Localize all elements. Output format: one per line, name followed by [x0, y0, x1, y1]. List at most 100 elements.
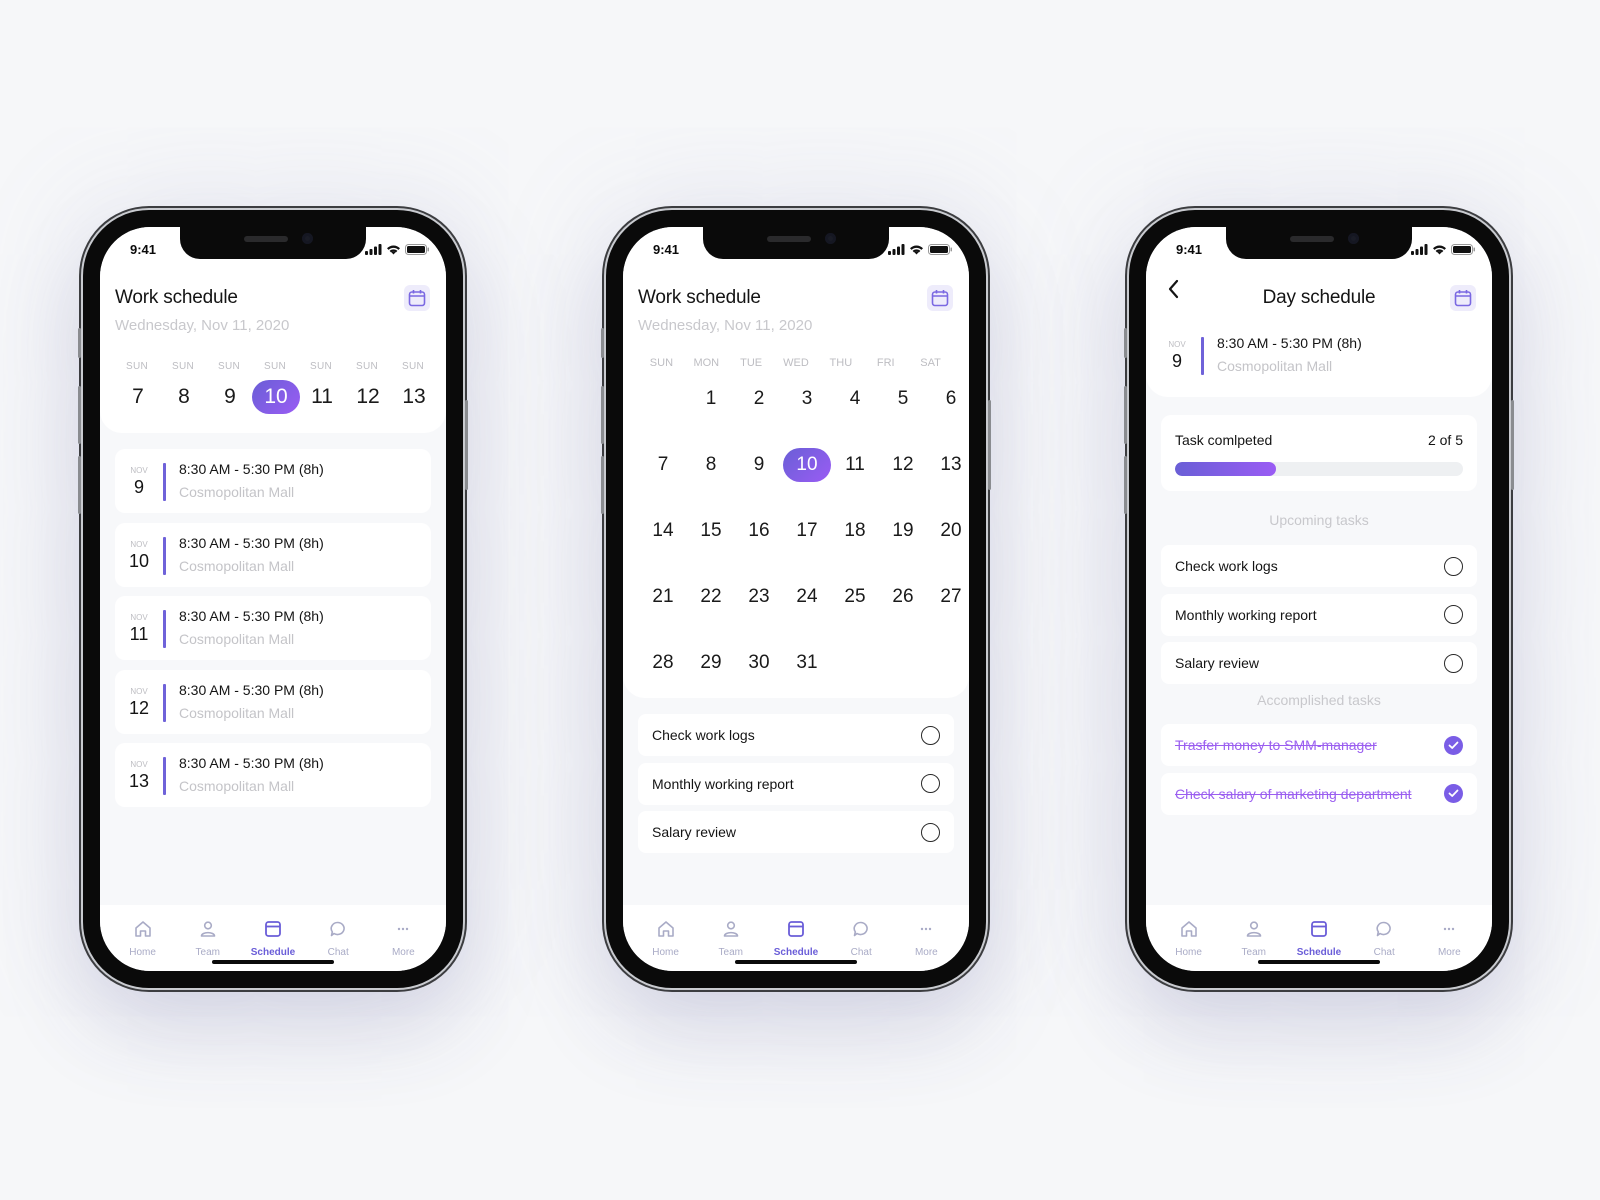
calendar-day: 8	[705, 454, 717, 475]
screen: 9:41 Work schedule Wednesday, Nov 11, 20…	[100, 227, 446, 971]
shift-card[interactable]: NOV 12 8:30 AM - 5:30 PM (8h) Cosmopolitan …	[115, 669, 431, 734]
page-title: Day schedule	[1262, 287, 1376, 308]
task-label: Check work logs	[1175, 558, 1278, 574]
calendar-cell[interactable]: 23	[735, 580, 783, 614]
calendar-cell[interactable]: 18	[831, 514, 879, 548]
calendar-cell[interactable]: 7	[639, 448, 687, 482]
weekday-header: FRI	[876, 357, 895, 369]
side-button	[1124, 328, 1127, 358]
tab-home[interactable]: Home	[1159, 905, 1219, 971]
upcoming-task-item[interactable]: Monthly working report	[1161, 593, 1477, 636]
calendar-button[interactable]	[927, 285, 953, 311]
task-item[interactable]: Monthly working report	[638, 762, 954, 805]
task-checkbox-unchecked[interactable]	[1444, 556, 1463, 576]
calendar-cell[interactable]: 25	[831, 580, 879, 614]
calendar-cell[interactable]: 11	[831, 448, 879, 482]
calendar-cell[interactable]: 20	[927, 514, 969, 548]
calendar-day: 15	[700, 520, 722, 541]
task-checkbox-unchecked[interactable]	[1444, 605, 1463, 624]
week-day[interactable]: SUN 11	[298, 361, 344, 414]
calendar-cell[interactable]: 15	[687, 514, 735, 548]
calendar-cell[interactable]: 30	[735, 646, 783, 680]
week-day[interactable]: SUN 13	[390, 361, 436, 414]
calendar-day: 4	[849, 388, 861, 409]
calendar-cell[interactable]: 2	[735, 382, 783, 416]
notch	[1226, 227, 1412, 259]
tab-home[interactable]: Home	[636, 905, 696, 971]
phone-day-schedule: 9:41 Day schedule NOV 9 8:30 AM - 5:30 P…	[1124, 210, 1514, 988]
task-checkbox-unchecked[interactable]	[1444, 653, 1463, 673]
calendar-cell[interactable]: 29	[687, 646, 735, 680]
calendar-cell[interactable]: 13	[927, 448, 969, 482]
calendar-cell[interactable]: 28	[639, 646, 687, 680]
shift-month: NOV	[1168, 340, 1186, 349]
task-checkbox-unchecked[interactable]	[921, 725, 940, 745]
calendar-cell	[831, 646, 879, 680]
calendar-cell[interactable]: 9	[735, 448, 783, 482]
task-label: Monthly working report	[1175, 606, 1317, 623]
task-checkbox-unchecked[interactable]	[921, 774, 940, 793]
calendar-day: 30	[748, 652, 770, 673]
tab-more[interactable]: More	[1419, 905, 1479, 971]
calendar-cell[interactable]: 3	[783, 382, 831, 416]
calendar-cell[interactable]: 14	[639, 514, 687, 548]
calendar-cell[interactable]: 22	[687, 580, 735, 614]
calendar-cell[interactable]: 10	[783, 448, 831, 482]
task-label: Monthly working report	[652, 775, 794, 792]
calendar-cell	[879, 646, 927, 680]
calendar-day: 25	[844, 586, 866, 607]
calendar-cell[interactable]: 8	[687, 448, 735, 482]
battery-icon	[405, 243, 429, 255]
screen: 9:41 Work schedule Wednesday, Nov 11, 20…	[623, 227, 969, 971]
calendar-cell[interactable]: 27	[927, 580, 969, 614]
task-checkbox-unchecked[interactable]	[921, 822, 940, 842]
week-day[interactable]: SUN 9	[206, 361, 252, 414]
accomplished-task-item[interactable]: Check salary of marketing department	[1161, 772, 1477, 815]
calendar-day: 23	[748, 586, 770, 607]
calendar-day: 2	[753, 388, 765, 409]
week-day[interactable]: SUN 12	[344, 361, 390, 414]
task-item[interactable]: Check work logs	[638, 714, 954, 756]
shift-card[interactable]: NOV 11 8:30 AM - 5:30 PM (8h) Cosmopolitan …	[115, 596, 431, 660]
calendar-cell[interactable]: 1	[687, 382, 735, 416]
week-day[interactable]: SUN 10	[252, 361, 300, 414]
calendar-cell[interactable]: 6	[927, 382, 969, 416]
shift-card[interactable]: NOV 13 8:30 AM - 5:30 PM (8h) Cosmopolitan …	[115, 743, 431, 807]
task-checkbox-checked[interactable]	[1444, 735, 1463, 755]
calendar-cell[interactable]: 19	[879, 514, 927, 548]
chat-bubble-icon	[851, 919, 871, 944]
calendar-button[interactable]	[1450, 285, 1476, 311]
calendar-cell[interactable]: 21	[639, 580, 687, 614]
week-day[interactable]: SUN 8	[160, 361, 206, 414]
accomplished-task-item[interactable]: Trasfer money to SMM-manager	[1161, 724, 1477, 766]
upcoming-task-item[interactable]: Check work logs	[1161, 545, 1477, 587]
calendar-cell[interactable]: 26	[879, 580, 927, 614]
upcoming-task-item[interactable]: Salary review	[1161, 642, 1477, 684]
shift-card[interactable]: NOV 9 8:30 AM - 5:30 PM (8h) Cosmopolitan M…	[115, 449, 431, 513]
calendar-day: 20	[940, 520, 962, 541]
signal-icon	[1411, 243, 1428, 255]
task-checkbox-checked[interactable]	[1444, 784, 1463, 803]
tab-home[interactable]: Home	[113, 905, 173, 971]
calendar-button[interactable]	[404, 285, 430, 311]
phone-work-schedule-month: 9:41 Work schedule Wednesday, Nov 11, 20…	[601, 210, 991, 988]
week-day[interactable]: SUN 7	[114, 361, 160, 414]
task-item[interactable]: Salary review	[638, 811, 954, 853]
calendar-cell[interactable]: 12	[879, 448, 927, 482]
home-icon	[1179, 919, 1199, 944]
tab-more[interactable]: More	[896, 905, 956, 971]
calendar-cell[interactable]: 4	[831, 382, 879, 416]
screen: 9:41 Day schedule NOV 9 8:30 AM - 5:30 P…	[1146, 227, 1492, 971]
calendar-cell[interactable]: 24	[783, 580, 831, 614]
calendar-cell	[927, 646, 969, 680]
weekday-header: SAT	[920, 357, 941, 369]
calendar-cell[interactable]: 16	[735, 514, 783, 548]
calendar-cell[interactable]: 31	[783, 646, 831, 680]
calendar-cell[interactable]: 17	[783, 514, 831, 548]
shift-card[interactable]: NOV 10 8:30 AM - 5:30 PM (8h) Cosmopolitan …	[115, 522, 431, 587]
tab-more[interactable]: More	[373, 905, 433, 971]
calendar-cell[interactable]: 5	[879, 382, 927, 416]
calendar-day: 14	[652, 520, 674, 541]
shift-time: 8:30 AM - 5:30 PM (8h)	[179, 681, 324, 698]
progress-count: 2 of 5	[1427, 432, 1463, 448]
